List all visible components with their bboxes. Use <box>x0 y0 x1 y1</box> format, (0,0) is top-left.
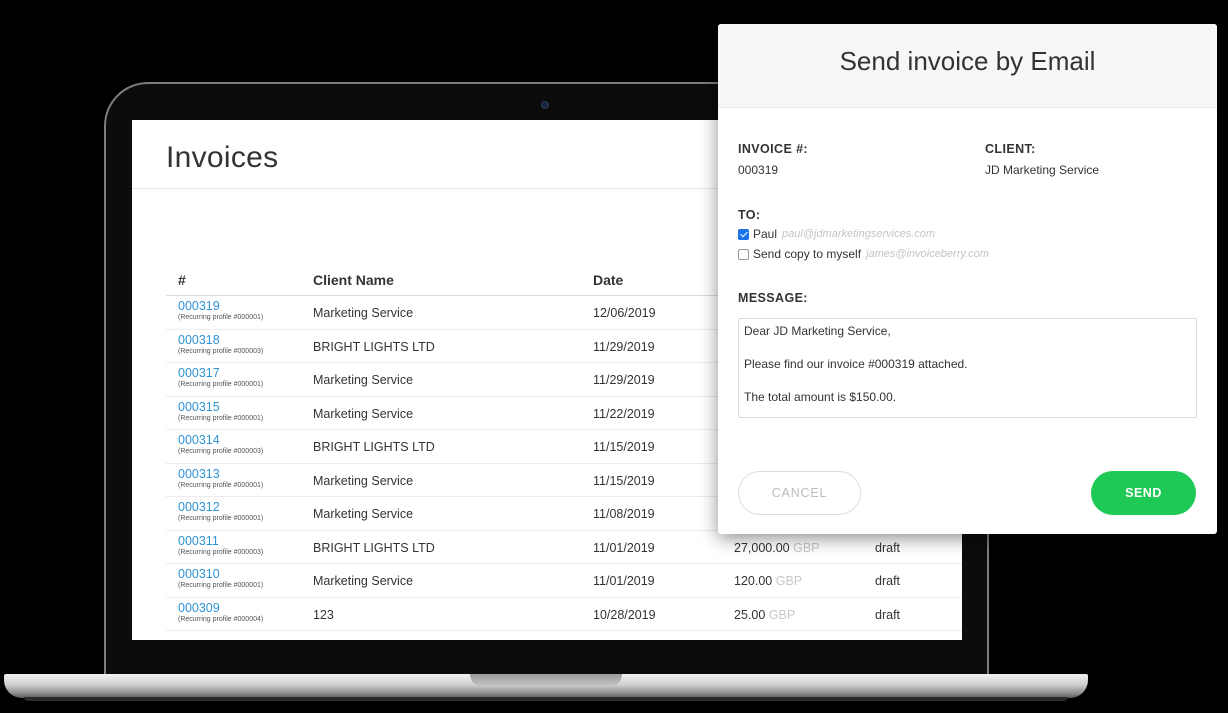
status-label: draft <box>875 574 901 588</box>
client-name: Marketing Service <box>313 373 414 387</box>
table-row[interactable]: 000309 (Recurring profile #000004) 123 1… <box>166 598 962 631</box>
invoice-amount: 27,000.00 GBP <box>734 541 820 555</box>
invoice-number-label: INVOICE #: <box>738 142 808 156</box>
message-label: MESSAGE: <box>738 291 808 305</box>
send-invoice-modal: Send invoice by Email INVOICE #: 000319 … <box>718 24 1217 534</box>
invoice-number-link[interactable]: 000311 <box>178 534 219 548</box>
table-row[interactable]: 000310 (Recurring profile #000001) Marke… <box>166 564 962 598</box>
invoice-date: 11/08/2019 <box>593 507 655 521</box>
invoice-date: 11/22/2019 <box>593 406 655 421</box>
invoice-number-link[interactable]: 000313 <box>178 467 220 481</box>
invoice-date: 11/15/2019 <box>593 473 655 488</box>
client-value: JD Marketing Service <box>985 163 1100 177</box>
invoice-date: 11/01/2019 <box>593 574 655 588</box>
invoice-number-value: 000319 <box>738 163 779 177</box>
cancel-button[interactable]: CANCEL <box>738 471 861 515</box>
recurring-profile-label: (Recurring profile #000003) <box>178 347 264 355</box>
message-line: Dear JD Marketing Service, <box>744 324 891 338</box>
client-name: BRIGHT LIGHTS LTD <box>313 339 435 354</box>
amount-value: 120.00 <box>734 574 773 588</box>
recurring-profile-label: (Recurring profile #000001) <box>178 481 264 489</box>
client-name: Marketing Service <box>313 473 414 488</box>
client-name: Marketing Service <box>313 406 414 421</box>
invoice-date: 11/29/2019 <box>593 339 655 354</box>
send-button[interactable]: SEND <box>1091 471 1196 515</box>
invoice-number-link[interactable]: 000318 <box>178 333 220 347</box>
recurring-profile-label: (Recurring profile #000001) <box>178 515 264 522</box>
laptop-notch <box>470 674 622 687</box>
status-label: draft <box>875 607 901 622</box>
client-name: Marketing Service <box>313 507 414 521</box>
client-name: BRIGHT LIGHTS LTD <box>313 540 435 555</box>
client-label: CLIENT: <box>985 142 1036 156</box>
status-label: draft <box>875 540 901 555</box>
invoice-number-link[interactable]: 000319 <box>178 299 220 313</box>
recurring-profile-label: (Recurring profile #000003) <box>178 548 264 556</box>
amount-value: 25.00 <box>734 607 766 622</box>
checkbox-checked-icon[interactable] <box>738 228 749 240</box>
column-header-date: Date <box>593 272 624 288</box>
recipient-email: james@invoiceberry.com <box>866 248 989 260</box>
invoice-date: 11/29/2019 <box>593 373 655 387</box>
invoice-number-link[interactable]: 000310 <box>178 567 220 581</box>
amount-value: 27,000.00 <box>734 540 790 555</box>
recurring-profile-label: (Recurring profile #000004) <box>178 615 264 623</box>
column-header-number: # <box>178 272 186 288</box>
invoice-number-link[interactable]: 000315 <box>178 400 220 414</box>
invoice-date: 10/28/2019 <box>593 607 656 622</box>
recipient-email: paul@jdmarketingservices.com <box>782 228 936 240</box>
invoice-date: 12/06/2019 <box>593 306 656 320</box>
client-name: Marketing Service <box>313 574 414 588</box>
recipient-name: Send copy to myself <box>753 247 862 261</box>
recurring-profile-label: (Recurring profile #000001) <box>178 381 264 388</box>
currency-label: GBP <box>793 540 820 555</box>
page-title: Invoices <box>166 141 279 174</box>
client-name: Marketing Service <box>313 306 414 320</box>
message-textarea[interactable]: Dear JD Marketing Service, Please find o… <box>738 318 1197 418</box>
to-label: TO: <box>738 208 761 222</box>
currency-label: GBP <box>768 607 796 622</box>
modal-title: Send invoice by Email <box>839 46 1096 76</box>
message-line: Please find our invoice #000319 attached… <box>744 357 968 371</box>
recipient-copy-myself[interactable]: Send copy to myself james@invoiceberry.c… <box>738 247 989 261</box>
message-line: The total amount is $150.00. <box>744 390 897 404</box>
invoice-amount: 25.00 GBP <box>734 608 795 622</box>
invoice-number-link[interactable]: 000314 <box>178 433 220 447</box>
table-row[interactable]: 000311 (Recurring profile #000003) BRIGH… <box>166 531 962 564</box>
invoice-amount: 120.00 GBP <box>734 574 802 588</box>
invoice-date: 11/15/2019 <box>593 440 655 454</box>
recipient-paul[interactable]: Paul paul@jdmarketingservices.com <box>738 227 935 241</box>
recurring-profile-label: (Recurring profile #000001) <box>178 582 264 589</box>
invoice-number-link[interactable]: 000312 <box>178 500 220 514</box>
recurring-profile-label: (Recurring profile #000003) <box>178 448 264 455</box>
checkbox-unchecked-icon[interactable] <box>738 248 749 260</box>
laptop-foot <box>24 697 1068 701</box>
column-header-client: Client Name <box>313 272 394 288</box>
recurring-profile-label: (Recurring profile #000001) <box>178 314 264 321</box>
client-name: BRIGHT LIGHTS LTD <box>313 440 435 454</box>
recurring-profile-label: (Recurring profile #000001) <box>178 414 264 422</box>
invoice-date: 11/01/2019 <box>593 540 655 555</box>
client-name: 123 <box>313 607 334 622</box>
modal-header: Send invoice by Email <box>718 24 1217 108</box>
invoice-number-link[interactable]: 000317 <box>178 366 220 380</box>
recipient-name: Paul <box>753 227 778 241</box>
currency-label: GBP <box>775 574 803 588</box>
invoice-number-link[interactable]: 000309 <box>178 601 220 615</box>
camera-icon <box>541 101 549 109</box>
